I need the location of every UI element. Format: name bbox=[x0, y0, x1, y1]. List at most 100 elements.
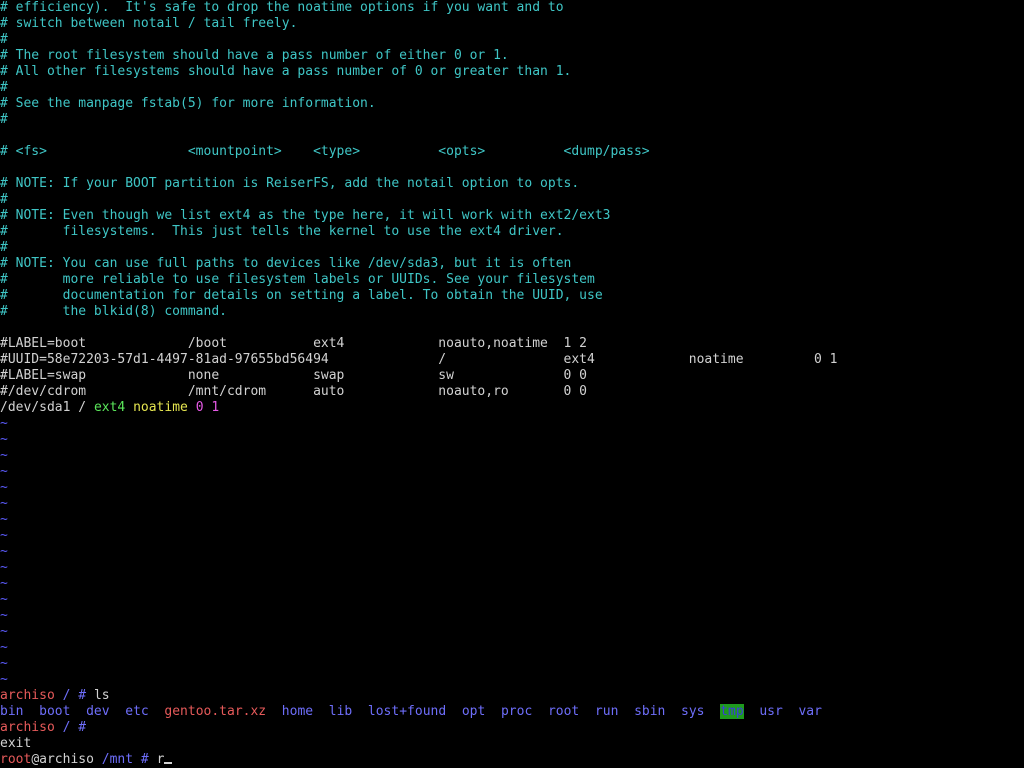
tilde-marker: ~ bbox=[0, 512, 8, 527]
ls-entry-etc[interactable]: etc bbox=[125, 704, 148, 719]
tilde-marker: ~ bbox=[0, 544, 8, 559]
entry-text: #LABEL=swap none swap sw 0 0 bbox=[0, 368, 587, 383]
mountpoint-field: / bbox=[78, 400, 87, 415]
empty-buffer-line: ~ bbox=[0, 624, 8, 640]
comment-text: # bbox=[0, 192, 8, 207]
fstab-entry-line: #LABEL=boot /boot ext4 noauto,noatime 1 … bbox=[0, 336, 587, 352]
ls-entry-tmp[interactable]: tmp bbox=[720, 704, 744, 719]
ls-entry-lib[interactable]: lib bbox=[329, 704, 352, 719]
empty-buffer-line: ~ bbox=[0, 576, 8, 592]
sep bbox=[665, 704, 681, 719]
prompt-host: archiso bbox=[0, 720, 55, 735]
empty-buffer-line: ~ bbox=[0, 656, 8, 672]
ls-entry-root[interactable]: root bbox=[548, 704, 579, 719]
fstab-comment-line: # All other filesystems should have a pa… bbox=[0, 64, 571, 80]
sep bbox=[110, 704, 126, 719]
empty-buffer-line: ~ bbox=[0, 528, 8, 544]
comment-text: # bbox=[0, 240, 8, 255]
tilde-marker: ~ bbox=[0, 592, 8, 607]
sep bbox=[86, 688, 94, 703]
comment-text: # All other filesystems should have a pa… bbox=[0, 64, 572, 79]
fstab-comment-line: # NOTE: Even though we list ext4 as the … bbox=[0, 208, 610, 224]
fstab-comment-line: # more reliable to use filesystem labels… bbox=[0, 272, 595, 288]
type-field: ext4 bbox=[93, 400, 126, 415]
ls-entry-lost-found[interactable]: lost+found bbox=[368, 704, 446, 719]
sep bbox=[23, 704, 39, 719]
prompt-path: /mnt bbox=[101, 752, 134, 767]
comment-text: # NOTE: Even though we list ext4 as the … bbox=[0, 208, 611, 223]
sep bbox=[485, 704, 501, 719]
ls-entry-bin[interactable]: bin bbox=[0, 704, 23, 719]
tilde-marker: ~ bbox=[0, 448, 8, 463]
empty-buffer-line: ~ bbox=[0, 560, 8, 576]
tilde-marker: ~ bbox=[0, 608, 8, 623]
prompt-host: @archiso bbox=[31, 752, 94, 767]
comment-text: # efficiency). It's safe to drop the noa… bbox=[0, 0, 564, 15]
tilde-marker: ~ bbox=[0, 528, 8, 543]
ls-entry-proc[interactable]: proc bbox=[501, 704, 532, 719]
comment-text: # NOTE: If your BOOT partition is Reiser… bbox=[0, 176, 580, 191]
tilde-marker: ~ bbox=[0, 624, 8, 639]
empty-buffer-line: ~ bbox=[0, 512, 8, 528]
empty-buffer-line: ~ bbox=[0, 608, 8, 624]
tilde-marker: ~ bbox=[0, 480, 8, 495]
sep bbox=[446, 704, 462, 719]
command-input[interactable]: r bbox=[157, 752, 165, 767]
ls-entry-var[interactable]: var bbox=[798, 704, 821, 719]
tilde-marker: ~ bbox=[0, 464, 8, 479]
entry-text: #/dev/cdrom /mnt/cdrom auto noauto,ro 0 … bbox=[0, 384, 587, 399]
fstab-comment-line: # bbox=[0, 192, 8, 208]
ls-entry-sys[interactable]: sys bbox=[681, 704, 704, 719]
comment-text: # switch between notail / tail freely. bbox=[0, 16, 298, 31]
entry-text: #UUID=58e72203-57d1-4497-81ad-97655bd564… bbox=[0, 352, 838, 367]
tilde-marker: ~ bbox=[0, 576, 8, 591]
ls-entry-run[interactable]: run bbox=[595, 704, 618, 719]
tilde-marker: ~ bbox=[0, 656, 8, 671]
empty-buffer-line: ~ bbox=[0, 496, 8, 512]
fstab-comment-line: # bbox=[0, 240, 8, 256]
sep bbox=[70, 704, 86, 719]
prompt-host: archiso bbox=[0, 688, 55, 703]
comment-text: # See the manpage fstab(5) for more info… bbox=[0, 96, 376, 111]
comment-text: # <fs> <mountpoint> <type> <opts> <dump/… bbox=[0, 144, 650, 159]
ls-entry-gentoo-tar-xz[interactable]: gentoo.tar.xz bbox=[164, 704, 266, 719]
fstab-entry-line: #LABEL=swap none swap sw 0 0 bbox=[0, 368, 587, 384]
tilde-marker: ~ bbox=[0, 672, 8, 687]
ls-entry-home[interactable]: home bbox=[282, 704, 313, 719]
empty-buffer-line: ~ bbox=[0, 432, 8, 448]
text-cursor bbox=[164, 762, 173, 764]
fstab-comment-line: # <fs> <mountpoint> <type> <opts> <dump/… bbox=[0, 144, 650, 160]
comment-text: # filesystems. This just tells the kerne… bbox=[0, 224, 564, 239]
comment-text: # the blkid(8) command. bbox=[0, 304, 227, 319]
prompt-symbol: # bbox=[78, 688, 87, 703]
comment-text: # bbox=[0, 112, 8, 127]
ls-entry-dev[interactable]: dev bbox=[86, 704, 109, 719]
sep bbox=[94, 752, 102, 767]
comment-text: # NOTE: You can use full paths to device… bbox=[0, 256, 572, 271]
ls-entry-usr[interactable]: usr bbox=[759, 704, 782, 719]
prompt-symbol: # bbox=[133, 752, 157, 767]
fstab-active-entry[interactable]: /dev/sda1 / ext4 noatime 0 1 bbox=[0, 400, 219, 416]
tilde-marker: ~ bbox=[0, 496, 8, 511]
empty-buffer-line: ~ bbox=[0, 544, 8, 560]
comment-text: # The root filesystem should have a pass… bbox=[0, 48, 509, 63]
ls-entry-sbin[interactable]: sbin bbox=[634, 704, 665, 719]
empty-buffer-line: ~ bbox=[0, 592, 8, 608]
device-field: /dev/sda1 bbox=[0, 400, 71, 415]
fstab-entry-line: #UUID=58e72203-57d1-4497-81ad-97655bd564… bbox=[0, 352, 837, 368]
dump-field: 0 bbox=[195, 400, 204, 415]
tilde-marker: ~ bbox=[0, 560, 8, 575]
comment-text: # more reliable to use filesystem labels… bbox=[0, 272, 595, 287]
sep bbox=[352, 704, 368, 719]
fstab-comment-line: # bbox=[0, 112, 8, 128]
shell-current-prompt[interactable]: root@archiso /mnt # r bbox=[0, 752, 173, 768]
sep bbox=[313, 704, 329, 719]
fstab-comment-line: # efficiency). It's safe to drop the noa… bbox=[0, 0, 564, 16]
prompt-path: / bbox=[54, 688, 79, 703]
terminal-screen[interactable]: # efficiency). It's safe to drop the noa… bbox=[0, 0, 1024, 768]
prompt-path: / # bbox=[54, 720, 87, 735]
shell-prompt-line: archiso / # bbox=[0, 720, 86, 736]
sep bbox=[783, 704, 799, 719]
ls-entry-opt[interactable]: opt bbox=[462, 704, 485, 719]
ls-entry-boot[interactable]: boot bbox=[39, 704, 70, 719]
